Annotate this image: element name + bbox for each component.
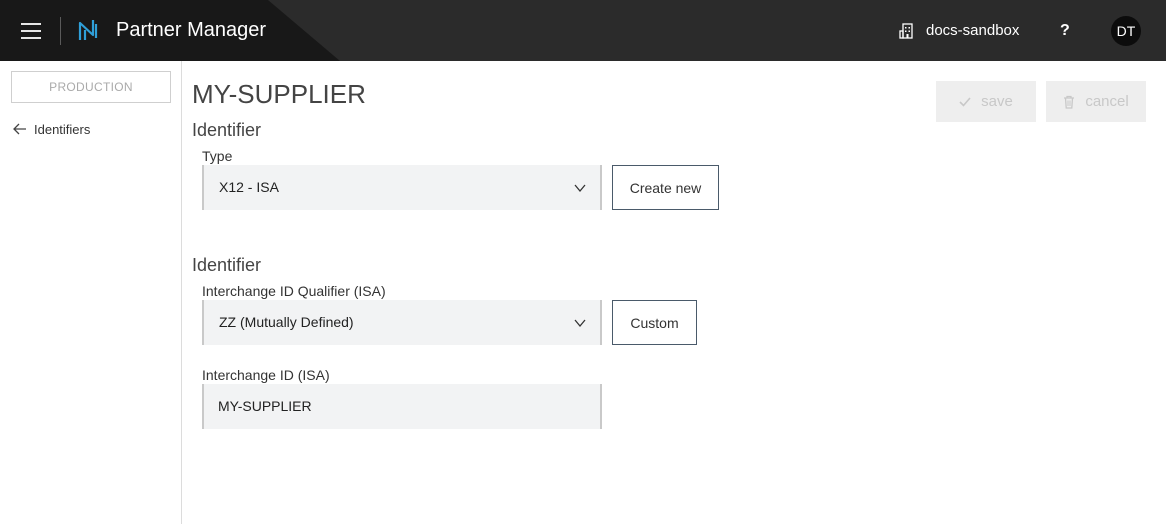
type-label: Type <box>202 148 233 164</box>
sidebar: PRODUCTION Identifiers <box>0 61 182 524</box>
type-select[interactable]: X12 - ISA <box>202 165 602 210</box>
cancel-label: cancel <box>1085 93 1129 110</box>
identifier-type-section-title: Identifier <box>192 120 262 140</box>
building-icon <box>899 23 913 39</box>
environment-name[interactable]: docs-sandbox <box>926 22 1019 39</box>
custom-button[interactable]: Custom <box>612 300 697 345</box>
interchange-id-label: Interchange ID (ISA) <box>202 367 330 383</box>
trash-icon <box>1063 95 1075 109</box>
qualifier-select-value: ZZ (Mutually Defined) <box>219 314 354 330</box>
app-title: Partner Manager <box>116 19 267 41</box>
page-title: MY-SUPPLIER <box>192 79 366 109</box>
type-select-value: X12 - ISA <box>219 179 279 195</box>
hamburger-icon[interactable] <box>21 22 41 39</box>
qualifier-label: Interchange ID Qualifier (ISA) <box>202 283 386 299</box>
help-button[interactable]: ? <box>1060 22 1070 40</box>
create-new-button[interactable]: Create new <box>612 165 719 210</box>
header-divider <box>60 17 61 45</box>
chevron-down-icon <box>574 319 586 327</box>
save-button[interactable]: save <box>936 81 1036 122</box>
qualifier-select[interactable]: ZZ (Mutually Defined) <box>202 300 602 345</box>
arrow-left-icon <box>13 123 26 135</box>
environment-badge: PRODUCTION <box>11 71 171 103</box>
back-link-label: Identifiers <box>34 121 91 137</box>
top-bar: Partner Manager docs-sandbox ? DT <box>0 0 1166 61</box>
back-to-identifiers-link[interactable]: Identifiers <box>13 120 90 138</box>
partner-manager-logo-icon <box>78 20 98 40</box>
check-icon <box>959 96 971 107</box>
interchange-id-input[interactable]: MY-SUPPLIER <box>202 384 602 429</box>
user-avatar[interactable]: DT <box>1111 16 1141 46</box>
identifier-section-title: Identifier <box>192 255 262 275</box>
cancel-button[interactable]: cancel <box>1046 81 1146 122</box>
save-label: save <box>981 93 1013 110</box>
chevron-down-icon <box>574 184 586 192</box>
